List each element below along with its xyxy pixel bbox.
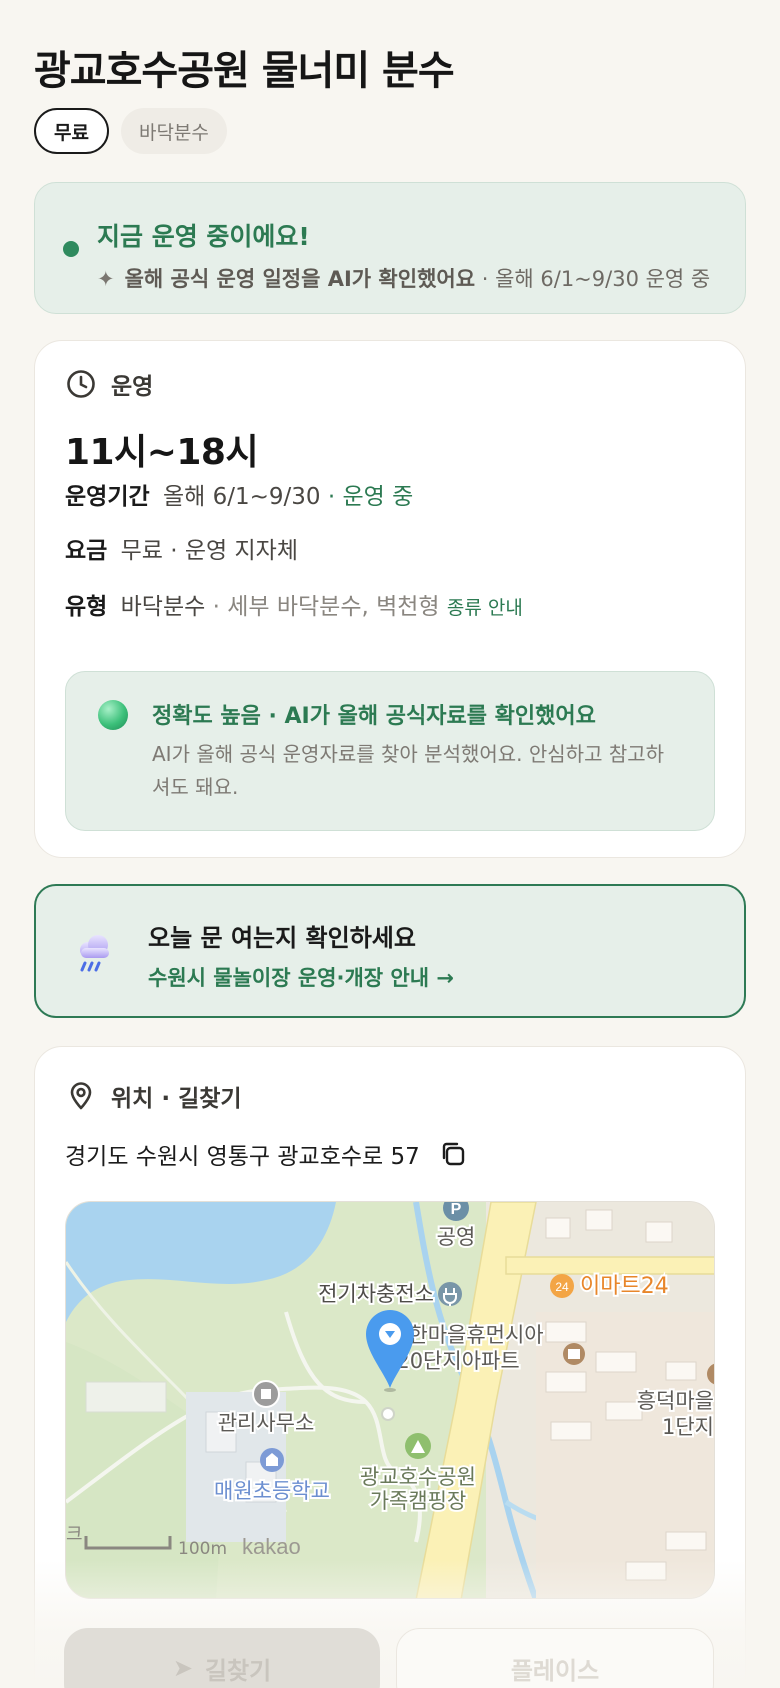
fee-key: 요금 bbox=[65, 538, 108, 564]
copy-icon[interactable] bbox=[438, 1139, 468, 1169]
map-edge-label: 크 bbox=[66, 1524, 83, 1545]
notice-link[interactable]: 수원시 물놀이장 운영·개장 안내 → bbox=[148, 962, 454, 992]
operating-hours: 11시~18시 bbox=[65, 432, 259, 473]
status-dot bbox=[63, 241, 79, 257]
map-view[interactable]: P 공영 전기차충전소 24 이마트24 한마을휴먼시아 20단지아파트 관리사… bbox=[65, 1201, 715, 1599]
notice-card[interactable]: 오늘 문 여는지 확인하세요 수원시 물놀이장 운영·개장 안내 → bbox=[34, 884, 746, 1018]
map-canvas[interactable]: P 공영 전기차충전소 24 이마트24 한마을휴먼시아 20단지아파트 관리사… bbox=[66, 1202, 715, 1599]
map-label-camp2: 가족캠핑장 bbox=[370, 1489, 467, 1513]
accuracy-title: 정확도 높음 · AI가 올해 공식자료를 확인했어요 bbox=[152, 704, 596, 729]
map-label-apt: 한마을휴먼시아 bbox=[408, 1323, 543, 1347]
period-key: 운영기간 bbox=[65, 484, 150, 510]
action-buttons: ➤ 길찾기 플레이스 bbox=[64, 1628, 714, 1688]
type-detail: · 세부 바닥분수, 벽천형 bbox=[212, 594, 440, 620]
map-label-school: 매원초등학교 bbox=[214, 1479, 330, 1503]
status-subtitle: ✦ 올해 공식 운영 일정을 AI가 확인했어요 · 올해 6/1~9/30 운영… bbox=[97, 263, 710, 293]
clock-icon bbox=[67, 370, 95, 398]
operation-card: 운영 11시~18시 운영기간 올해 6/1~9/30 · 운영 중 요금 무료… bbox=[34, 340, 746, 858]
map-brand: kakao bbox=[242, 1534, 301, 1559]
status-sub-rest: · 올해 6/1~9/30 운영 중 bbox=[481, 267, 711, 291]
sparkle-icon: ✦ bbox=[97, 267, 115, 291]
map-label-office: 관리사무소 bbox=[218, 1411, 315, 1435]
navigation-arrow-icon: ➤ bbox=[172, 1654, 193, 1682]
type-key: 유형 bbox=[65, 594, 108, 620]
operation-header: 운영 bbox=[65, 367, 153, 401]
rain-cloud-icon bbox=[80, 935, 109, 972]
svg-text:24: 24 bbox=[555, 1280, 569, 1294]
type-guide-link[interactable]: 종류 안내 bbox=[447, 597, 523, 619]
accuracy-body: AI가 올해 공식 운영자료를 찾아 분석했어요. 안심하고 참고하셔도 돼요. bbox=[152, 742, 665, 799]
address-text: 경기도 수원시 영통구 광교호수로 57 bbox=[65, 1144, 420, 1170]
period-row: 운영기간 올해 6/1~9/30 · 운영 중 bbox=[65, 477, 413, 511]
page-title: 광교호수공원 물너미 분수 bbox=[34, 48, 455, 94]
place-label: 플레이스 bbox=[510, 1656, 600, 1685]
tag-chips: 무료 바닥분수 bbox=[34, 108, 227, 154]
pin-icon bbox=[70, 1082, 92, 1110]
status-title: 지금 운영 중이에요! bbox=[97, 222, 310, 251]
svg-text:P: P bbox=[451, 1202, 462, 1218]
map-label-parking: 공영 bbox=[437, 1225, 476, 1249]
map-label-heung: 흥덕마을 bbox=[637, 1389, 714, 1413]
operation-label: 운영 bbox=[111, 374, 154, 400]
type-row: 유형 바닥분수 · 세부 바닥분수, 벽천형 종류 안내 bbox=[65, 587, 523, 621]
fee-value: 무료 · 운영 지자체 bbox=[120, 538, 299, 564]
chip-free[interactable]: 무료 bbox=[34, 108, 109, 154]
map-label-apt2: 20단지아파트 bbox=[396, 1349, 519, 1373]
notice-title: 오늘 문 여는지 확인하세요 bbox=[148, 924, 416, 952]
map-label-emart: 이마트24 bbox=[580, 1274, 669, 1299]
chip-floor-fountain[interactable]: 바닥분수 bbox=[120, 108, 227, 154]
map-scale-label: 100m bbox=[178, 1539, 227, 1559]
status-sub-bold: 올해 공식 운영 일정을 AI가 확인했어요 bbox=[124, 267, 476, 291]
fee-row: 요금 무료 · 운영 지자체 bbox=[65, 531, 298, 565]
period-status: · 운영 중 bbox=[327, 484, 414, 510]
directions-label: 길찾기 bbox=[204, 1656, 272, 1685]
map-label-heung2: 1단지 bbox=[662, 1415, 714, 1439]
type-value: 바닥분수 bbox=[120, 594, 206, 620]
accuracy-box: 정확도 높음 · AI가 올해 공식자료를 확인했어요 AI가 올해 공식 운영… bbox=[65, 671, 715, 831]
place-button[interactable]: 플레이스 bbox=[396, 1628, 714, 1688]
address-row: 경기도 수원시 영통구 광교호수로 57 bbox=[65, 1137, 468, 1171]
accuracy-orb-icon bbox=[98, 700, 128, 730]
location-header: 위치 · 길찾기 bbox=[65, 1079, 242, 1113]
map-label-camp: 광교호수공원 bbox=[360, 1465, 476, 1489]
period-value: 올해 6/1~9/30 bbox=[162, 484, 321, 510]
directions-button[interactable]: ➤ 길찾기 bbox=[64, 1628, 380, 1688]
map-label-ev: 전기차충전소 bbox=[318, 1282, 434, 1306]
status-card: 지금 운영 중이에요! ✦ 올해 공식 운영 일정을 AI가 확인했어요 · 올해… bbox=[34, 182, 746, 314]
location-label: 위치 · 길찾기 bbox=[111, 1086, 242, 1112]
